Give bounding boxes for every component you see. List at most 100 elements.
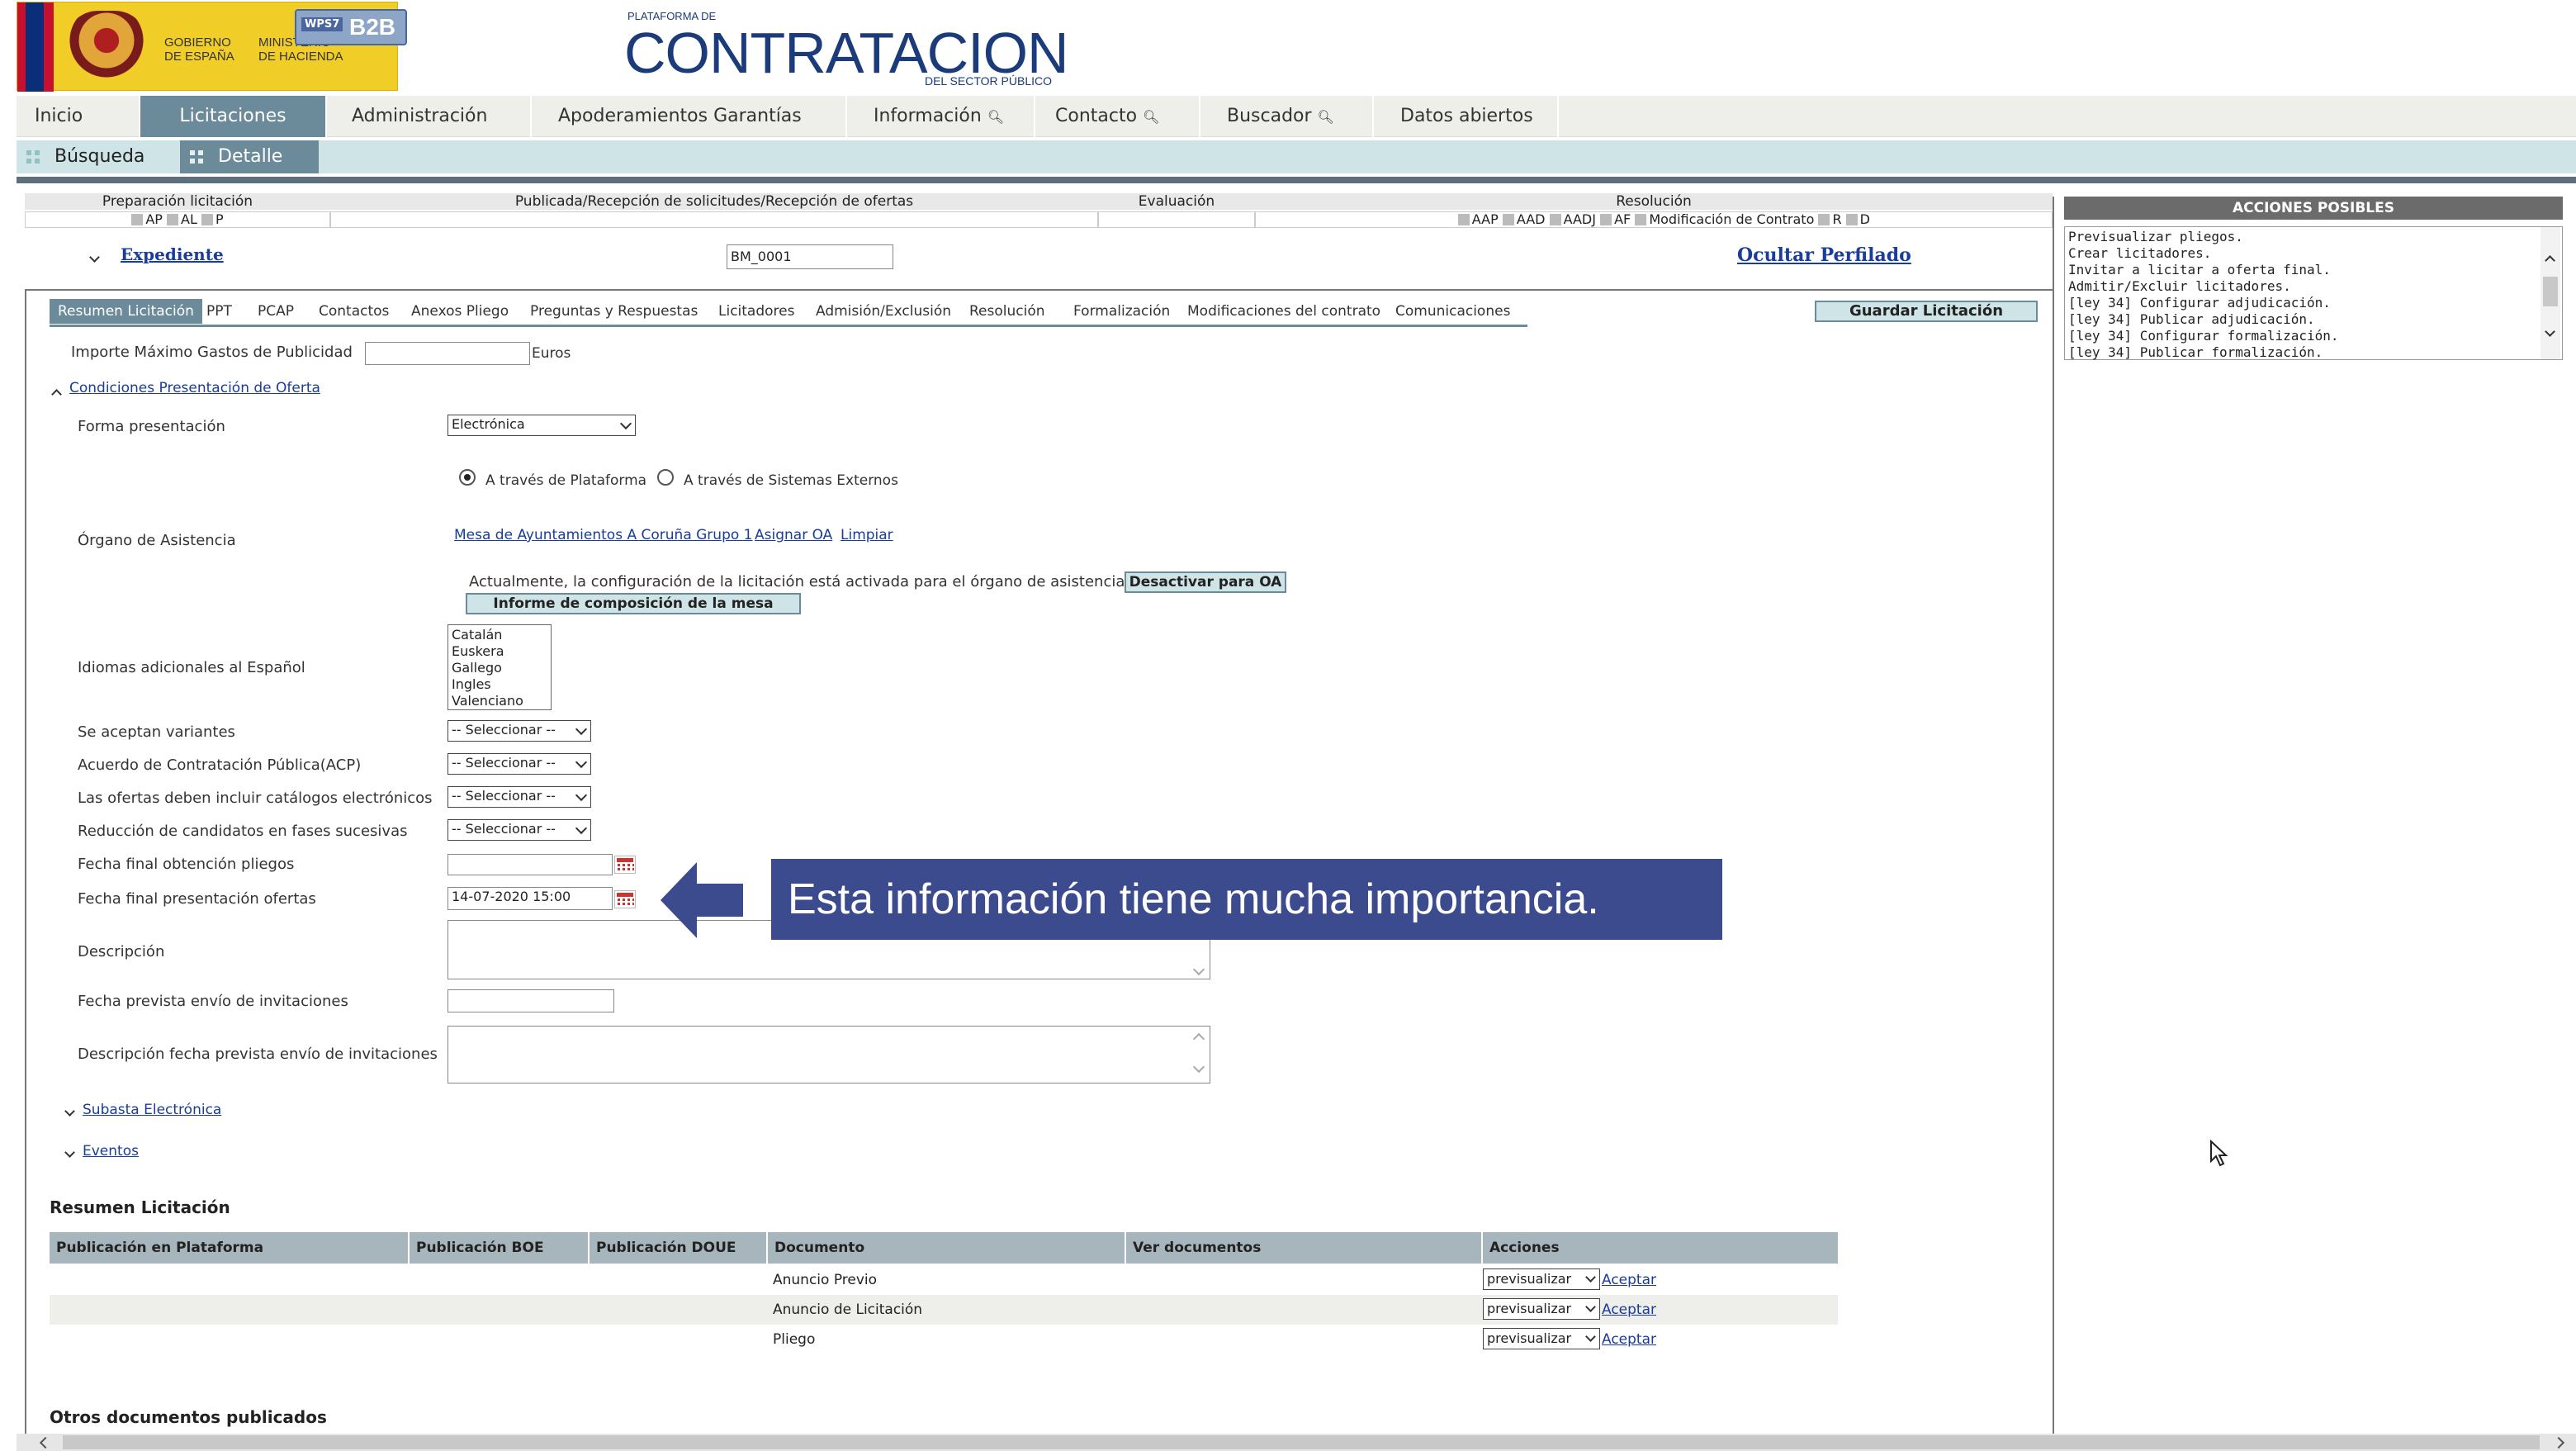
chevron-up-icon[interactable] — [2545, 252, 2555, 268]
nav-item-apoderamientos[interactable]: Apoderamientos Garantías — [540, 96, 847, 137]
chevron-down-icon — [575, 723, 588, 736]
checkbox — [1845, 214, 1858, 225]
accion-item[interactable]: [ley 34] Configurar formalización. — [2068, 328, 2559, 344]
tab-anexos-pliego[interactable]: Anexos Pliego — [403, 299, 517, 324]
chevron-down-icon[interactable] — [89, 248, 100, 265]
eventos-link[interactable]: Eventos — [83, 1143, 139, 1159]
nav-item-datos-abiertos[interactable]: Datos abiertos — [1382, 96, 1559, 137]
calendar-icon[interactable] — [614, 856, 636, 874]
scroll-thumb[interactable] — [63, 1435, 2540, 1449]
tab-admision-exclusion[interactable]: Admisión/Exclusión — [807, 299, 959, 324]
scroll-thumb[interactable] — [2543, 277, 2558, 306]
tab-modificaciones[interactable]: Modificaciones del contrato — [1179, 299, 1389, 324]
nav-item-buscador[interactable]: Buscador 🔍︎ — [1209, 96, 1374, 137]
accion-item[interactable]: [ley 34] Publicar formalización. — [2068, 344, 2559, 361]
accion-select-value: previsualizar — [1487, 1330, 1572, 1346]
nav-item-informacion[interactable]: Información 🔍︎ — [855, 96, 1035, 137]
subasta-link[interactable]: Subasta Electrónica — [83, 1102, 221, 1118]
tab-formalizacion[interactable]: Formalización — [1065, 299, 1178, 324]
aceptar-link[interactable]: Aceptar — [1602, 1272, 1656, 1288]
accion-item[interactable]: [ley 34] Configurar adjudicación. — [2068, 295, 2559, 311]
nav-item-inicio[interactable]: Inicio — [17, 96, 140, 137]
horizontal-scrollbar[interactable] — [17, 1434, 2576, 1451]
idioma-option[interactable]: Valenciano — [452, 693, 547, 709]
tab-comunicaciones[interactable]: Comunicaciones — [1387, 299, 1518, 324]
nav-item-licitaciones[interactable]: Licitaciones — [140, 96, 327, 137]
accion-item[interactable]: Invitar a licitar a oferta final. — [2068, 262, 2559, 278]
nav-item-contacto[interactable]: Contacto 🔍︎ — [1037, 96, 1200, 137]
tab-resumen-licitacion[interactable]: Resumen Licitación — [50, 299, 202, 324]
accion-select[interactable]: previsualizar — [1483, 1328, 1600, 1349]
search-icon: 🔍︎ — [1317, 109, 1334, 125]
expediente-link[interactable]: Expediente — [121, 244, 224, 264]
check-label: R — [1832, 211, 1842, 227]
tab-licitadores[interactable]: Licitadores — [710, 299, 803, 324]
catalogos-select[interactable]: -- Seleccionar -- — [447, 786, 591, 808]
acciones-scrollbar[interactable] — [2540, 227, 2560, 359]
asignar-oa-link[interactable]: Asignar OA — [755, 527, 832, 543]
chevron-down-icon — [1585, 1331, 1596, 1342]
accion-select-value: previsualizar — [1487, 1271, 1572, 1287]
plataforma-small-bottom: DEL SECTOR PÚBLICO — [924, 74, 1052, 88]
accion-item[interactable]: Admitir/Excluir licitadores. — [2068, 278, 2559, 295]
subnav-detalle[interactable]: Detalle — [180, 140, 319, 173]
chevron-down-icon[interactable] — [64, 1102, 75, 1119]
accion-item[interactable]: Crear licitadores. — [2068, 245, 2559, 262]
chevron-up-icon[interactable] — [51, 385, 62, 402]
organo-label: Órgano de Asistencia — [78, 532, 236, 549]
documento-cell: Anuncio Previo — [773, 1272, 878, 1288]
fecha-invitaciones-label: Fecha prevista envío de invitaciones — [78, 993, 348, 1010]
accion-item[interactable]: Previsualizar pliegos. — [2068, 229, 2559, 245]
radio-plataforma[interactable] — [459, 469, 476, 486]
check-label: P — [215, 211, 224, 227]
check-label: Modificación de Contrato — [1649, 211, 1815, 227]
reduccion-select[interactable]: -- Seleccionar -- — [447, 819, 591, 841]
phase-evaluacion-row — [1098, 211, 1255, 228]
accion-item[interactable]: [ley 34] Publicar adjudicación. — [2068, 311, 2559, 328]
tab-pcap[interactable]: PCAP — [249, 299, 302, 324]
fecha-ofertas-input[interactable]: 14-07-2020 15:00 — [447, 887, 613, 910]
tab-resolucion[interactable]: Resolución — [961, 299, 1054, 324]
desc-fecha-textarea[interactable] — [447, 1026, 1210, 1084]
importe-input[interactable] — [365, 342, 530, 365]
desactivar-oa-button[interactable]: Desactivar para OA — [1125, 571, 1286, 593]
fecha-pliegos-label: Fecha final obtención pliegos — [78, 856, 295, 873]
aceptar-link[interactable]: Aceptar — [1602, 1302, 1656, 1318]
acp-select[interactable]: -- Seleccionar -- — [447, 753, 591, 775]
organo-link[interactable]: Mesa de Ayuntamientos A Coruña Grupo 1 — [454, 527, 752, 543]
subnav-busqueda[interactable]: Búsqueda — [17, 140, 173, 173]
idioma-option[interactable]: Ingles — [452, 676, 547, 693]
table-header-cell: Publicación BOE — [410, 1232, 590, 1264]
idioma-option[interactable]: Euskera — [452, 643, 547, 660]
idioma-option[interactable]: Catalán — [452, 627, 547, 643]
radio-externos[interactable] — [657, 469, 674, 486]
chevron-right-icon[interactable] — [2552, 1436, 2565, 1449]
variantes-select[interactable]: -- Seleccionar -- — [447, 720, 591, 742]
spain-flag-icon — [17, 2, 54, 92]
forma-select[interactable]: Electrónica — [447, 415, 636, 436]
tab-contactos[interactable]: Contactos — [310, 299, 397, 324]
expediente-field[interactable]: BM_0001 — [727, 244, 893, 269]
tab-preguntas-respuestas[interactable]: Preguntas y Respuestas — [522, 299, 706, 324]
condiciones-link[interactable]: Condiciones Presentación de Oferta — [69, 380, 320, 396]
chevron-down-icon — [1192, 1060, 1205, 1074]
aceptar-link[interactable]: Aceptar — [1602, 1331, 1656, 1348]
chevron-left-icon[interactable] — [39, 1436, 52, 1449]
informe-mesa-button[interactable]: Informe de composición de la mesa — [466, 593, 801, 614]
ocultar-perfilado-link[interactable]: Ocultar Perfilado — [1737, 244, 1911, 266]
documento-cell: Pliego — [773, 1331, 816, 1348]
guardar-licitacion-button[interactable]: Guardar Licitación — [1815, 301, 2038, 322]
idioma-option[interactable]: Gallego — [452, 660, 547, 676]
table-row: Anuncio de Licitación previsualizar Acep… — [50, 1295, 1838, 1325]
accion-select[interactable]: previsualizar — [1483, 1268, 1600, 1290]
chevron-down-icon[interactable] — [2545, 323, 2555, 339]
calendar-icon[interactable] — [614, 890, 636, 908]
idiomas-listbox[interactable]: Catalán Euskera Gallego Ingles Valencian… — [447, 624, 552, 710]
tab-ppt[interactable]: PPT — [198, 299, 240, 324]
limpiar-link[interactable]: Limpiar — [841, 527, 893, 543]
chevron-down-icon[interactable] — [64, 1143, 75, 1160]
accion-select[interactable]: previsualizar — [1483, 1298, 1600, 1320]
fecha-invitaciones-input[interactable] — [447, 989, 614, 1012]
nav-item-administracion[interactable]: Administración — [334, 96, 532, 137]
fecha-pliegos-input[interactable] — [447, 854, 613, 875]
